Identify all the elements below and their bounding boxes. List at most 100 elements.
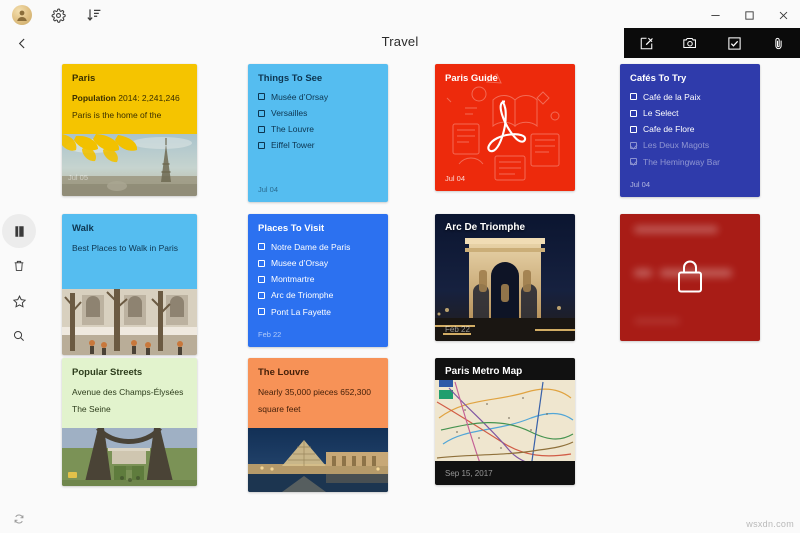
- population-value: 2014: 2,241,246: [116, 93, 180, 103]
- note-card-the-louvre[interactable]: The Louvre Nearly 35,000 pieces 652,300 …: [248, 358, 388, 492]
- eiffel-tower-autumn-photo: Jul 05: [62, 134, 197, 196]
- checkbox-icon[interactable]: [258, 93, 265, 100]
- action-toolbar: [624, 28, 800, 58]
- card-line-description: Best Places to Walk in Paris: [72, 242, 187, 254]
- checkbox-checked-icon[interactable]: [630, 158, 637, 165]
- card-date: Feb 22: [258, 330, 378, 339]
- close-button[interactable]: [766, 0, 800, 30]
- checkbox-icon[interactable]: [258, 243, 265, 250]
- sidebar-item-trash[interactable]: [6, 253, 32, 279]
- minimize-button[interactable]: [698, 0, 732, 30]
- note-card-locked[interactable]: [620, 214, 760, 341]
- note-card-paris-metro-map[interactable]: Paris Metro Map Sep 15, 2017: [435, 358, 575, 485]
- list-item-label: Musee d’Orsay: [271, 258, 328, 268]
- card-body: Walk Best Places to Walk in Paris: [62, 214, 197, 289]
- card-body: Places To Visit Notre Dame de Paris Muse…: [248, 214, 388, 347]
- header: Travel: [0, 30, 800, 58]
- sidebar-item-search[interactable]: [6, 323, 32, 349]
- list-item[interactable]: Arc de Triomphe: [258, 290, 378, 300]
- checkbox-icon[interactable]: [258, 126, 265, 133]
- pdf-preview: Paris Guide Jul 04: [435, 64, 575, 191]
- checkbox-icon[interactable]: [630, 110, 637, 117]
- card-body: The Louvre Nearly 35,000 pieces 652,300 …: [248, 358, 388, 428]
- list-item[interactable]: Notre Dame de Paris: [258, 242, 378, 252]
- app-window: Travel: [0, 0, 800, 533]
- list-item[interactable]: Versailles: [258, 108, 378, 118]
- note-card-cafes-to-try[interactable]: Cafés To Try Café de la Paix Le Select C…: [620, 64, 760, 197]
- checkbox-icon[interactable]: [258, 142, 265, 149]
- sync-button[interactable]: [6, 506, 32, 532]
- gear-icon[interactable]: [48, 5, 68, 25]
- card-title: Things To See: [258, 73, 378, 86]
- card-title: Arc De Triomphe: [445, 222, 525, 233]
- notes-board: Paris Population 2014: 2,241,246 Paris i…: [38, 58, 800, 533]
- checklist-button[interactable]: [721, 30, 747, 56]
- new-note-button[interactable]: [633, 30, 659, 56]
- card-line-2: square feet: [258, 403, 378, 415]
- checkbox-checked-icon[interactable]: [630, 142, 637, 149]
- note-card-popular-streets[interactable]: Popular Streets Avenue des Champs-Élysée…: [62, 358, 197, 486]
- paris-metro-map-image: Paris Metro Map Sep 15, 2017: [435, 358, 575, 485]
- sort-icon[interactable]: [84, 5, 104, 25]
- checkbox-icon[interactable]: [258, 276, 265, 283]
- card-line-1: Nearly 35,000 pieces 652,300: [258, 386, 378, 398]
- note-card-walk[interactable]: Walk Best Places to Walk in Paris: [62, 214, 197, 355]
- list-item-label: Eiffel Tower: [271, 140, 315, 150]
- card-line-population: Population 2014: 2,241,246: [72, 92, 187, 104]
- list-item[interactable]: Musée d’Orsay: [258, 92, 378, 102]
- card-title: Popular Streets: [72, 367, 187, 380]
- card-date: Jul 04: [630, 180, 750, 189]
- list-item[interactable]: Café de la Paix: [630, 92, 750, 102]
- checkbox-icon[interactable]: [258, 292, 265, 299]
- card-line-1: Avenue des Champs-Élysées: [72, 386, 187, 398]
- list-item-label: Pont La Fayette: [271, 307, 331, 317]
- paris-street-cafe-photo: [62, 289, 197, 355]
- card-date: Jul 04: [258, 185, 378, 194]
- maximize-button[interactable]: [732, 0, 766, 30]
- checkbox-icon[interactable]: [258, 260, 265, 267]
- camera-button[interactable]: [677, 30, 703, 56]
- list-item[interactable]: Musee d’Orsay: [258, 258, 378, 268]
- card-date: Jul 04: [445, 174, 465, 183]
- note-card-arc-de-triomphe[interactable]: Arc De Triomphe Feb 22: [435, 214, 575, 341]
- checkbox-icon[interactable]: [630, 93, 637, 100]
- list-item[interactable]: Eiffel Tower: [258, 140, 378, 150]
- card-date: Feb 22: [445, 325, 470, 334]
- list-item[interactable]: Le Select: [630, 108, 750, 118]
- list-item-label: Cafe de Flore: [643, 124, 695, 134]
- sidebar-item-notebooks[interactable]: [6, 218, 32, 244]
- list-item-label: Les Deux Magots: [643, 140, 709, 150]
- list-item-label: Arc de Triomphe: [271, 290, 333, 300]
- note-card-places-to-visit[interactable]: Places To Visit Notre Dame de Paris Muse…: [248, 214, 388, 347]
- card-body: Popular Streets Avenue des Champs-Élysée…: [62, 358, 197, 428]
- paperclip-icon[interactable]: [765, 30, 791, 56]
- list-item[interactable]: Montmartre: [258, 274, 378, 284]
- card-body: Things To See Musée d’Orsay Versailles T…: [248, 64, 388, 202]
- list-item-label: Musée d’Orsay: [271, 92, 328, 102]
- eiffel-tower-arch-garden-photo: [62, 428, 197, 486]
- card-title: Walk: [72, 223, 187, 236]
- locked-note-preview: [620, 214, 760, 341]
- list-item[interactable]: The Louvre: [258, 124, 378, 134]
- note-card-things-to-see[interactable]: Things To See Musée d’Orsay Versailles T…: [248, 64, 388, 202]
- list-item[interactable]: The Hemingway Bar: [630, 157, 750, 167]
- avatar[interactable]: [12, 5, 32, 25]
- list-item[interactable]: Cafe de Flore: [630, 124, 750, 134]
- list-item[interactable]: Les Deux Magots: [630, 140, 750, 150]
- adobe-acrobat-icon: [481, 95, 529, 160]
- checkbox-icon[interactable]: [630, 126, 637, 133]
- note-card-paris-guide[interactable]: Paris Guide Jul 04: [435, 64, 575, 191]
- list-item[interactable]: Pont La Fayette: [258, 307, 378, 317]
- list-item-label: Le Select: [643, 108, 678, 118]
- checkbox-icon[interactable]: [258, 110, 265, 117]
- arc-de-triomphe-night-photo: Arc De Triomphe Feb 22: [435, 214, 575, 341]
- sidebar-item-favorites[interactable]: [6, 288, 32, 314]
- card-title: Paris Metro Map: [445, 366, 522, 377]
- window-controls: [698, 0, 800, 30]
- list-item-label: Notre Dame de Paris: [271, 242, 350, 252]
- checkbox-icon[interactable]: [258, 308, 265, 315]
- card-date: Jul 05: [68, 173, 88, 182]
- note-card-paris[interactable]: Paris Population 2014: 2,241,246 Paris i…: [62, 64, 197, 196]
- card-title: Paris Guide: [445, 73, 498, 84]
- card-title: The Louvre: [258, 367, 378, 380]
